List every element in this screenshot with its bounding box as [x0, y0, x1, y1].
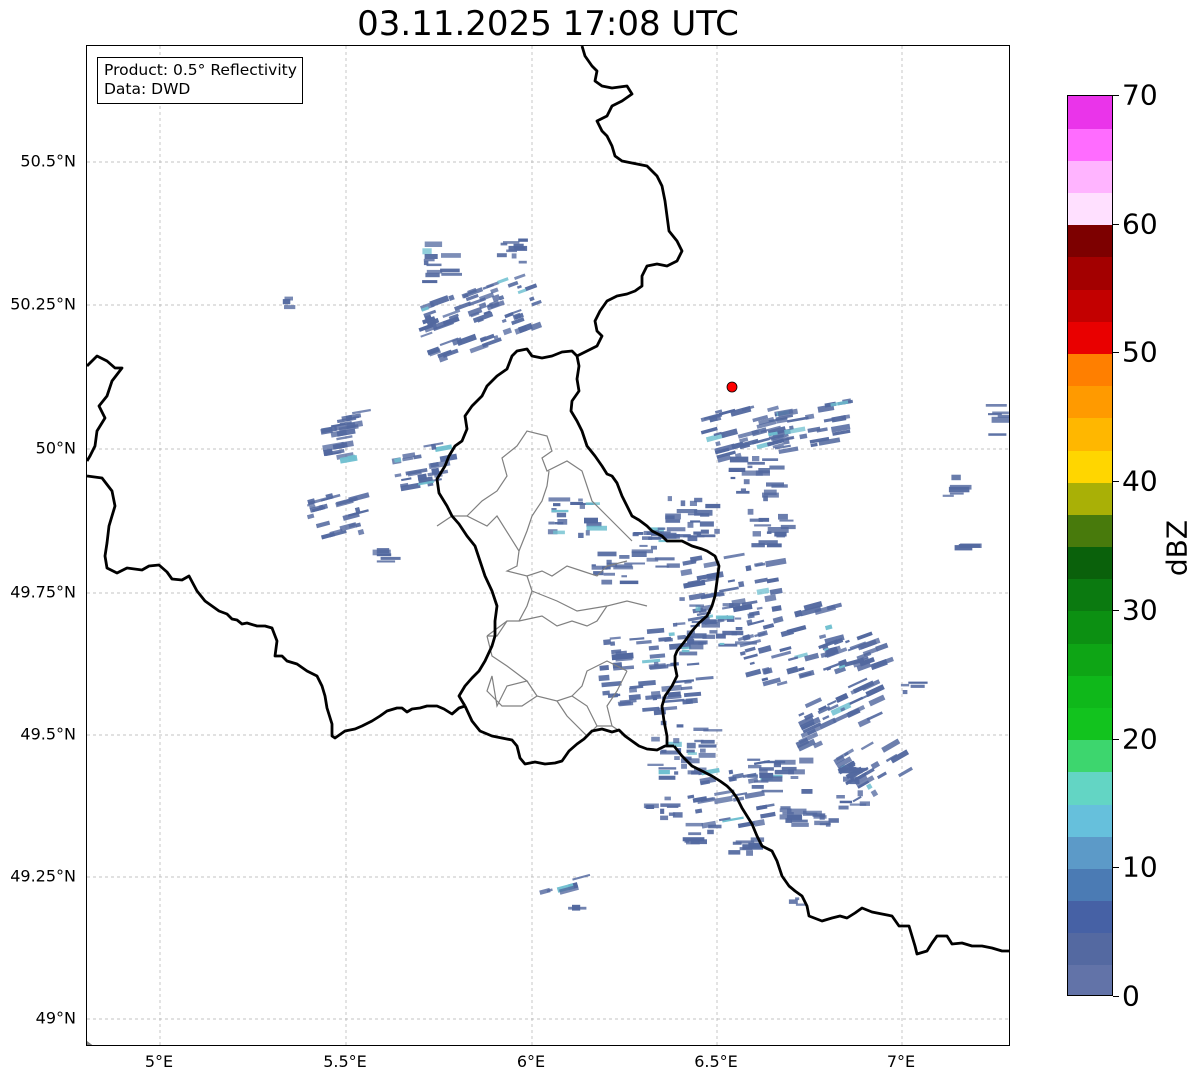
colorbar-tick: [1113, 481, 1119, 483]
map-canvas: [87, 46, 1009, 1045]
colorbar-tick-label: 30: [1122, 593, 1158, 627]
lat-label-49-75: 49.75°N: [10, 582, 76, 602]
colorbar-segment: [1068, 224, 1112, 258]
colorbar-segment: [1068, 449, 1112, 483]
lon-label-5: 5°E: [144, 1052, 174, 1071]
colorbar-segment: [1068, 610, 1112, 644]
lon-label-7: 7°E: [886, 1052, 916, 1071]
colorbar-segment: [1068, 160, 1112, 194]
colorbar-unit-label: dBZ: [1160, 519, 1194, 577]
colorbar-segment: [1068, 868, 1112, 902]
colorbar-segment: [1068, 482, 1112, 515]
colorbar-tick-label: 70: [1122, 78, 1158, 112]
colorbar-tick-label: 50: [1122, 335, 1158, 369]
colorbar-segment: [1068, 546, 1112, 580]
colorbar-segment: [1068, 900, 1112, 934]
product-info-box: Product: 0.5° Reflectivity Data: DWD: [97, 57, 303, 104]
colorbar-segment: [1068, 256, 1112, 290]
colorbar-tick-label: 10: [1122, 850, 1158, 884]
colorbar-segment: [1068, 836, 1112, 869]
colorbar-segment: [1068, 771, 1112, 805]
colorbar-segment: [1068, 385, 1112, 419]
map-title: 03.11.2025 17:08 UTC: [357, 4, 739, 44]
colorbar-tick-label: 40: [1122, 464, 1158, 498]
colorbar-segment: [1068, 417, 1112, 451]
colorbar-segment: [1068, 353, 1112, 387]
colorbar-segment: [1068, 96, 1112, 129]
colorbar-segment: [1068, 321, 1112, 355]
radar-site-marker: [726, 381, 738, 393]
precipitation-echoes: [282, 238, 1009, 911]
lon-label-5-5: 5.5°E: [323, 1052, 367, 1071]
colorbar-tick: [1113, 95, 1119, 96]
colorbar-segment: [1068, 964, 1112, 995]
lat-label-50-5: 50.5°N: [20, 151, 76, 171]
product-label: Product: 0.5° Reflectivity: [104, 61, 297, 79]
colorbar-tick: [1113, 223, 1119, 225]
lon-label-6: 6°E: [516, 1052, 546, 1071]
graticule: [87, 46, 1009, 1045]
colorbar-tick: [1113, 609, 1119, 611]
colorbar-tick: [1113, 352, 1119, 354]
lat-label-50: 50°N: [35, 438, 76, 458]
lat-label-49-25: 49.25°N: [10, 866, 76, 886]
colorbar-tick: [1113, 867, 1119, 869]
colorbar-segment: [1068, 128, 1112, 161]
lat-label-50-25: 50.25°N: [10, 294, 76, 314]
colorbar-segment: [1068, 707, 1112, 741]
colorbar-segment: [1068, 739, 1112, 773]
colorbar-tick: [1113, 738, 1119, 740]
district-boundaries: [436, 430, 648, 737]
lon-label-6-5: 6.5°E: [694, 1052, 738, 1071]
colorbar-segment: [1068, 932, 1112, 966]
colorbar-segment: [1068, 192, 1112, 226]
radar-map[interactable]: [86, 45, 1010, 1046]
colorbar-tick-label: 0: [1122, 979, 1140, 1013]
colorbar-tick-label: 60: [1122, 207, 1158, 241]
colorbar-tick-label: 20: [1122, 722, 1158, 756]
colorbar: [1067, 95, 1113, 996]
lat-label-49-5: 49.5°N: [20, 724, 76, 744]
colorbar-segment: [1068, 578, 1112, 612]
lat-label-49: 49°N: [35, 1008, 76, 1028]
data-source-label: Data: DWD: [104, 80, 191, 98]
colorbar-segment: [1068, 289, 1112, 322]
colorbar-segment: [1068, 675, 1112, 708]
colorbar-segment: [1068, 514, 1112, 548]
colorbar-segment: [1068, 643, 1112, 676]
colorbar-tick: [1113, 996, 1119, 997]
colorbar-segment: [1068, 803, 1112, 837]
